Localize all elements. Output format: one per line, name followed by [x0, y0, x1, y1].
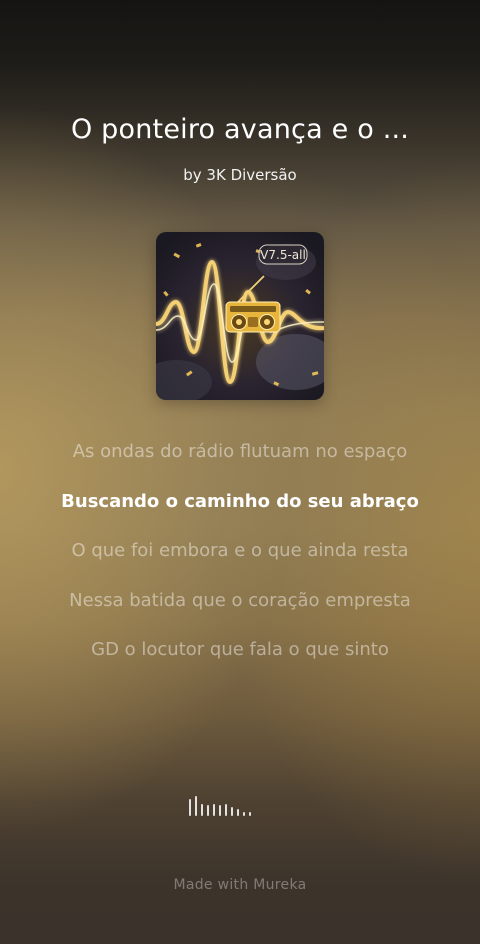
wave-bar: [189, 799, 191, 816]
wave-bar: [243, 812, 245, 816]
wave-bar: [207, 805, 209, 816]
wave-bar: [219, 805, 221, 816]
wave-bar: [231, 807, 233, 816]
wave-bar: [195, 796, 197, 816]
audio-wave-icon: [189, 796, 251, 816]
lyrics-list: As ondas do rádio flutuam no espaço Busc…: [0, 438, 480, 686]
album-cover: V7.5-all: [156, 232, 324, 400]
wave-bar: [201, 804, 203, 816]
lyric-line-active: Buscando o caminho do seu abraço: [61, 490, 419, 512]
lyric-line: As ondas do rádio flutuam no espaço: [72, 441, 408, 462]
wave-bar: [237, 809, 239, 816]
wave-bar: [213, 804, 215, 816]
made-with-label: Made with Mureka: [173, 877, 307, 893]
song-artist: by 3K Diversão: [183, 166, 297, 184]
lyric-line: Nessa batida que o coração empresta: [69, 589, 411, 611]
lyric-line: GD o locutor que fala o que sinto: [91, 639, 389, 660]
lyric-line: O que foi embora e o que ainda resta: [71, 540, 409, 561]
wave-bar: [249, 812, 251, 816]
cover-badge: V7.5-all: [260, 248, 306, 262]
song-title: O ponteiro avança e o ...: [70, 114, 410, 145]
wave-bar: [225, 804, 227, 816]
